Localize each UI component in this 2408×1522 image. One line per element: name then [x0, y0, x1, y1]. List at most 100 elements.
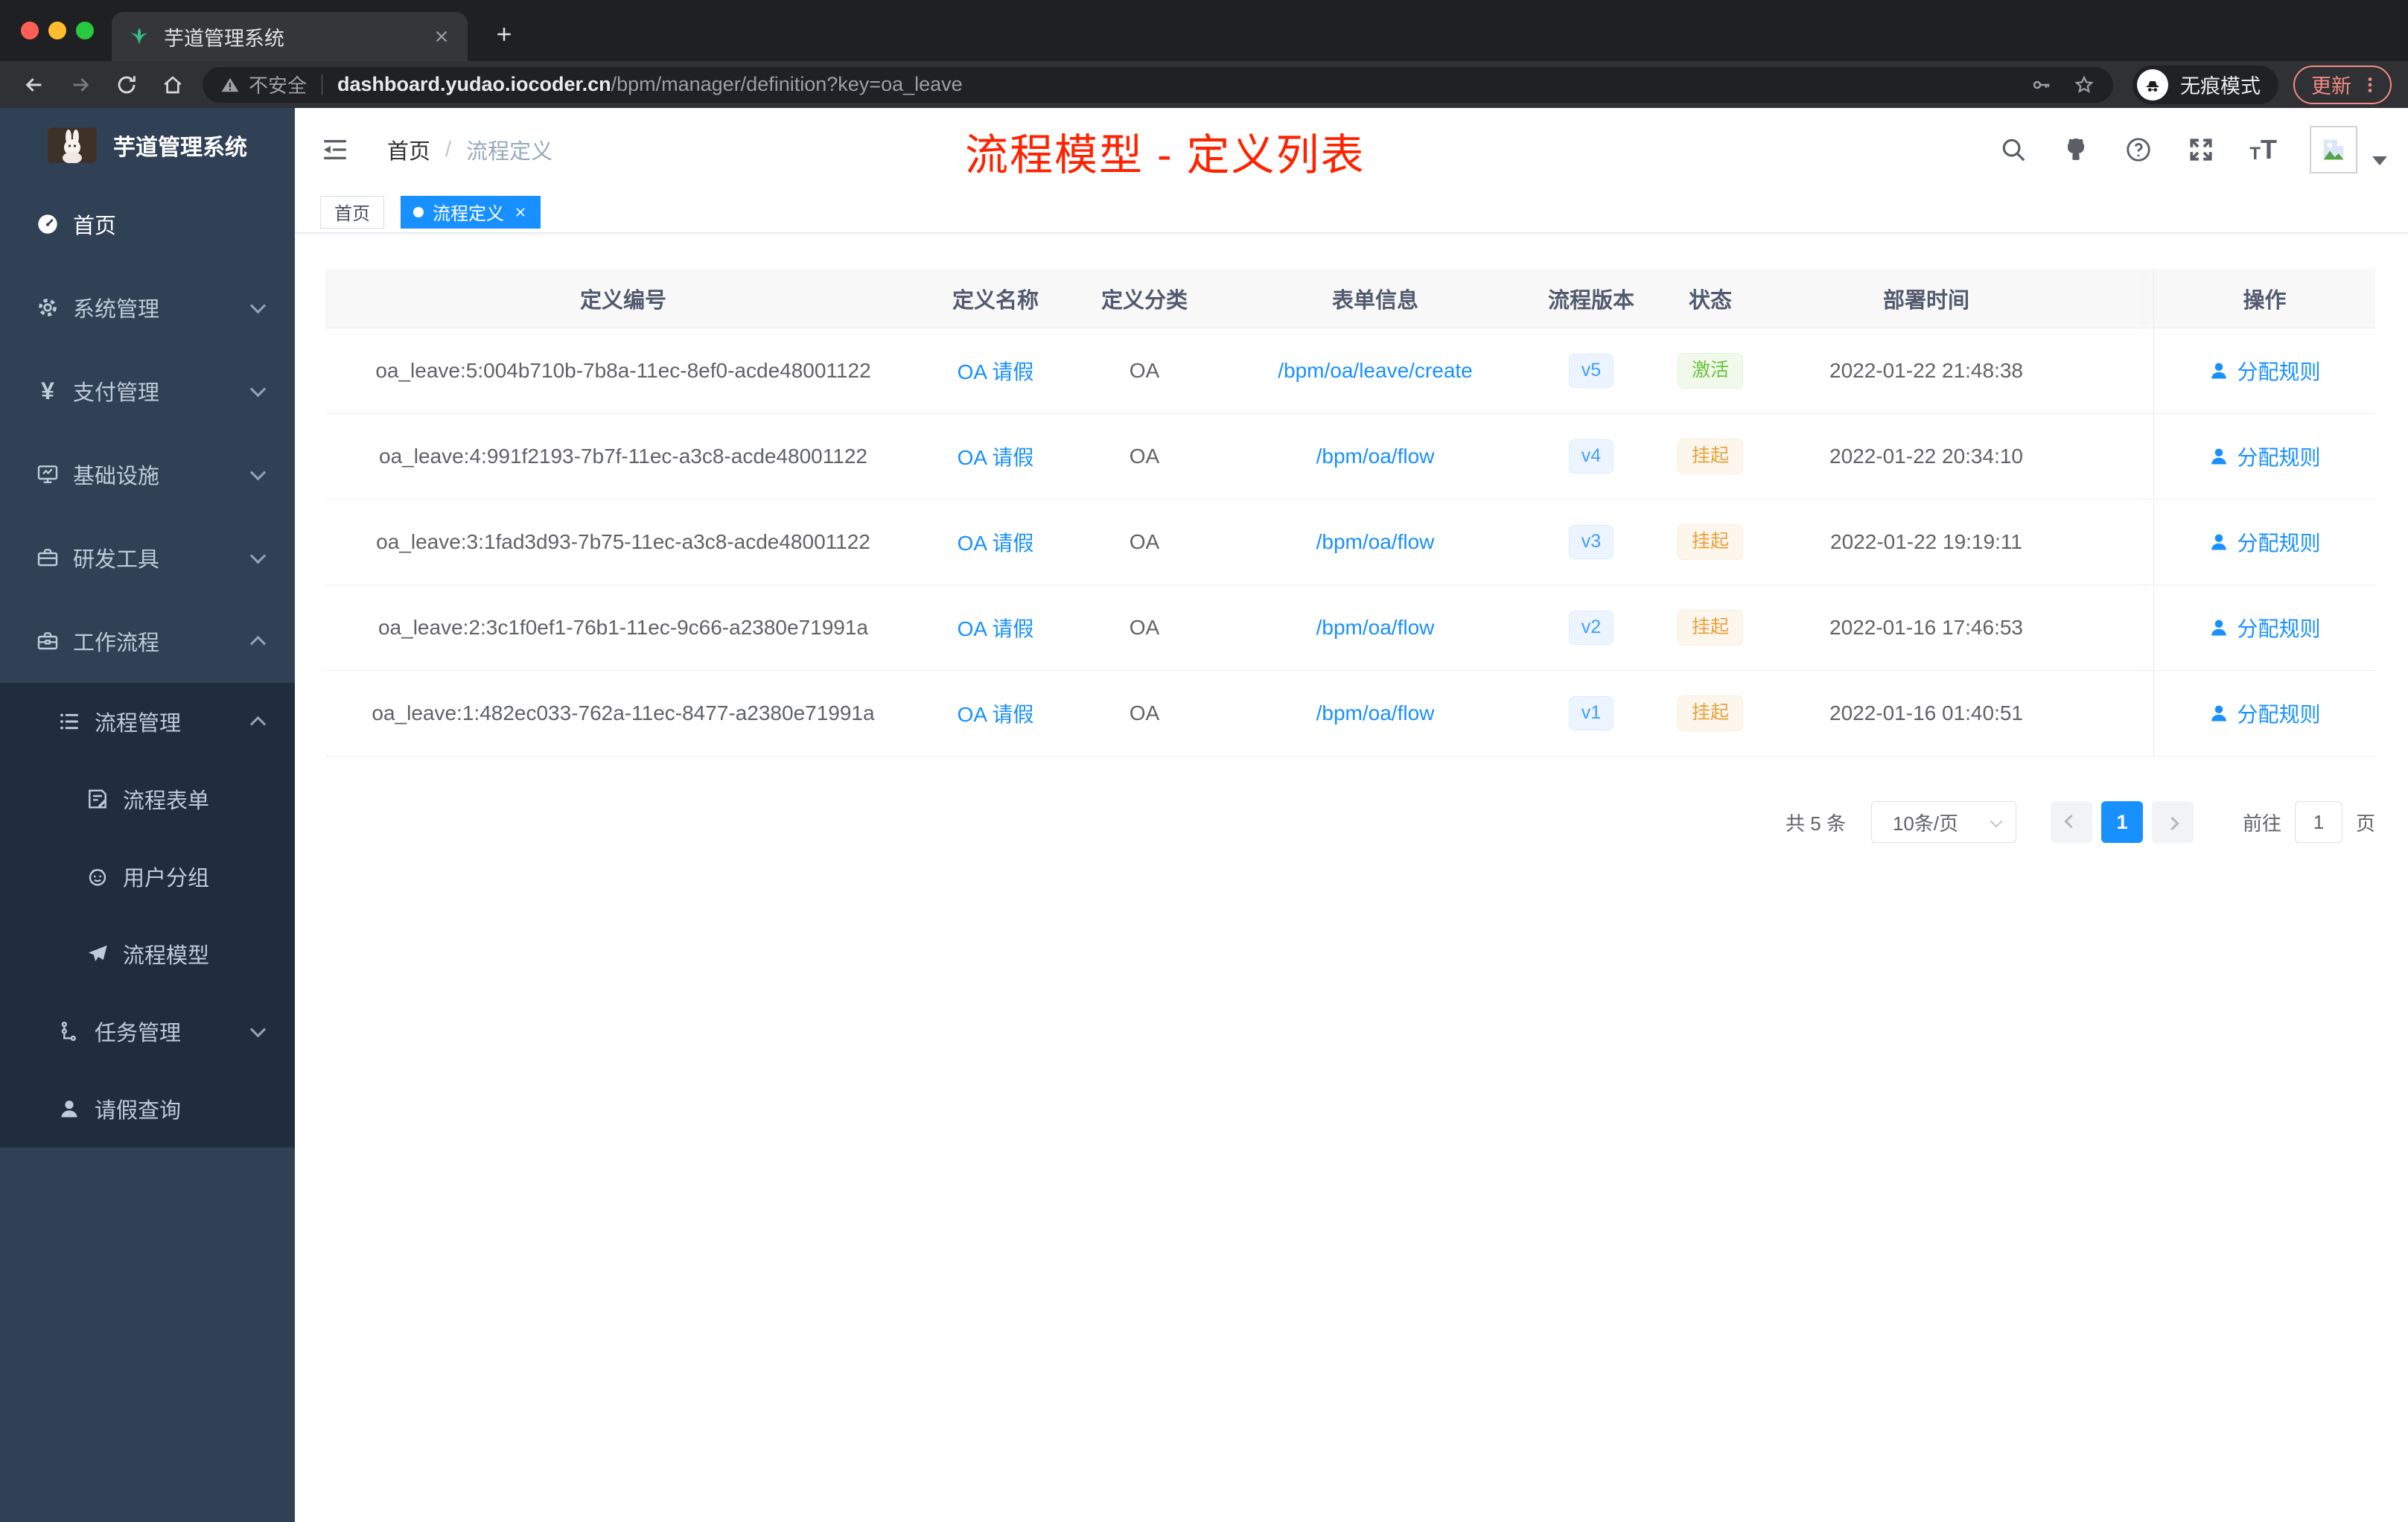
definition-table: 定义编号 定义名称 定义分类 表单信息 流程版本 状态 部署时间 操作 oa_l… — [325, 269, 2375, 757]
goto-label: 前往 — [2242, 812, 2281, 835]
column-header: 定义名称 — [952, 288, 1039, 313]
app-logo-row[interactable]: 芋道管理系统 — [0, 108, 295, 182]
maximize-window-button[interactable] — [76, 22, 94, 39]
definition-name-link[interactable]: OA 请假 — [958, 442, 1034, 471]
help-icon[interactable] — [2124, 136, 2153, 164]
definition-name-link[interactable]: OA 请假 — [958, 613, 1034, 643]
sidebar: 芋道管理系统 首页 系统管理 ¥ 支付管理 基础设施 研发工具 工作流程 流程管理 流程表单 用户… — [0, 108, 295, 1522]
definition-id: oa_leave:1:482ec033-762a-11ec-8477-a2380… — [372, 701, 875, 725]
status-badge: 挂起 — [1677, 695, 1743, 731]
definition-category: OA — [1129, 701, 1160, 725]
sidebar-item-process-mgmt[interactable]: 流程管理 — [0, 683, 295, 760]
new-tab-button[interactable] — [493, 23, 515, 45]
sidebar-item-leave-query[interactable]: 请假查询 — [0, 1070, 295, 1147]
sidebar-item-devtools[interactable]: 研发工具 — [0, 516, 295, 599]
browser-update-button[interactable]: 更新 — [2293, 65, 2392, 104]
incognito-badge: 无痕模式 — [2133, 65, 2278, 104]
address-bar[interactable]: 不安全 dashboard.yudao.iocoder.cn/bpm/manag… — [203, 66, 2113, 103]
sidebar-item-process-form[interactable]: 流程表单 — [0, 760, 295, 838]
gear-icon — [36, 296, 60, 319]
user-icon — [57, 1097, 81, 1121]
status-badge: 挂起 — [1677, 439, 1743, 474]
active-tag-dot — [413, 206, 424, 217]
tag-home[interactable]: 首页 — [320, 195, 384, 229]
chevron-up-icon — [249, 635, 267, 652]
form-link[interactable]: /bpm/oa/flow — [1316, 701, 1435, 725]
goto-page-input[interactable]: 1 — [2294, 801, 2342, 843]
github-icon[interactable] — [2062, 136, 2090, 164]
form-link[interactable]: /bpm/oa/leave/create — [1278, 359, 1473, 383]
definition-category: OA — [1129, 445, 1160, 468]
sidebar-item-user-group[interactable]: 用户分组 — [0, 838, 295, 915]
browser-menu-dots-icon[interactable] — [2360, 75, 2380, 95]
definition-category: OA — [1129, 616, 1160, 639]
toolbox-icon — [36, 546, 60, 570]
password-key-icon[interactable] — [2030, 74, 2052, 96]
chevron-down-icon — [249, 547, 267, 564]
assign-rule-button[interactable]: 分配规则 — [2208, 698, 2321, 728]
prev-page-button[interactable] — [2050, 801, 2092, 843]
pagination: 共 5 条 10条/页 1 前往 1 页 — [325, 801, 2375, 843]
tab-close-icon[interactable] — [432, 27, 451, 46]
chevron-down-icon — [249, 1021, 267, 1037]
back-icon[interactable] — [22, 73, 46, 97]
forward-icon[interactable] — [69, 73, 92, 97]
column-header: 状态 — [1688, 288, 1732, 313]
form-link[interactable]: /bpm/oa/flow — [1316, 445, 1435, 468]
broken-image-icon — [2323, 139, 2344, 160]
breadcrumb-home[interactable]: 首页 — [387, 134, 430, 165]
page-url[interactable]: dashboard.yudao.iocoder.cn/bpm/manager/d… — [337, 73, 2030, 96]
definition-id: oa_leave:4:991f2193-7b7f-11ec-a3c8-acde4… — [379, 445, 867, 468]
sidebar-item-process-model[interactable]: 流程模型 — [0, 915, 295, 993]
chevron-down-icon — [249, 297, 267, 313]
window-controls[interactable] — [21, 22, 94, 39]
sidebar-item-payment[interactable]: ¥ 支付管理 — [0, 349, 295, 433]
robot-icon — [86, 865, 109, 888]
form-link[interactable]: /bpm/oa/flow — [1316, 616, 1435, 640]
definition-name-link[interactable]: OA 请假 — [958, 527, 1034, 557]
incognito-icon — [2137, 69, 2168, 101]
browser-url-bar: 不安全 dashboard.yudao.iocoder.cn/bpm/manag… — [0, 61, 2408, 108]
tag-current[interactable]: 流程定义 — [401, 195, 541, 229]
page-number-button[interactable]: 1 — [2100, 801, 2143, 843]
collapse-sidebar-icon[interactable] — [320, 135, 350, 165]
status-badge: 挂起 — [1677, 524, 1743, 560]
definition-name-link[interactable]: OA 请假 — [958, 698, 1034, 728]
table-row: oa_leave:4:991f2193-7b7f-11ec-a3c8-acde4… — [325, 414, 2375, 500]
font-size-icon[interactable]: TT — [2249, 136, 2277, 163]
home-icon[interactable] — [161, 73, 185, 97]
assign-rule-button[interactable]: 分配规则 — [2208, 356, 2321, 386]
page-size-select[interactable]: 10条/页 — [1870, 801, 2016, 843]
fullscreen-icon[interactable] — [2187, 136, 2215, 164]
assign-rule-button[interactable]: 分配规则 — [2208, 613, 2321, 643]
app-logo-rabbit — [48, 127, 97, 163]
sidebar-item-workflow[interactable]: 工作流程 — [0, 599, 295, 683]
bookmark-star-icon[interactable] — [2073, 74, 2095, 96]
not-secure-warning-icon[interactable] — [220, 75, 240, 95]
security-label[interactable]: 不安全 — [249, 71, 307, 98]
browser-tab[interactable]: 芋道管理系统 — [112, 12, 468, 61]
chevron-down-icon — [1990, 815, 2003, 828]
minimize-window-button[interactable] — [48, 22, 66, 39]
user-icon — [2211, 705, 2227, 722]
reload-icon[interactable] — [115, 73, 138, 97]
close-window-button[interactable] — [21, 22, 39, 39]
favicon-leaf-icon — [130, 28, 148, 45]
column-header: 流程版本 — [1547, 288, 1634, 313]
search-icon[interactable] — [1999, 136, 2028, 164]
sidebar-item-home[interactable]: 首页 — [0, 182, 295, 266]
sidebar-item-task-mgmt[interactable]: 任务管理 — [0, 993, 295, 1070]
sidebar-item-system[interactable]: 系统管理 — [0, 266, 295, 349]
assign-rule-button[interactable]: 分配规则 — [2208, 442, 2321, 471]
tag-close-icon[interactable] — [513, 205, 528, 220]
yen-icon: ¥ — [41, 378, 54, 404]
form-link[interactable]: /bpm/oa/flow — [1316, 530, 1435, 554]
assign-rule-button[interactable]: 分配规则 — [2208, 527, 2321, 557]
sidebar-item-infrastructure[interactable]: 基础设施 — [0, 433, 295, 516]
definition-name-link[interactable]: OA 请假 — [958, 356, 1034, 386]
send-icon — [86, 942, 109, 966]
next-page-button[interactable] — [2151, 801, 2194, 843]
chevron-up-icon — [249, 716, 267, 732]
avatar[interactable] — [2310, 126, 2357, 173]
avatar-caret-down-icon[interactable] — [2372, 156, 2387, 165]
